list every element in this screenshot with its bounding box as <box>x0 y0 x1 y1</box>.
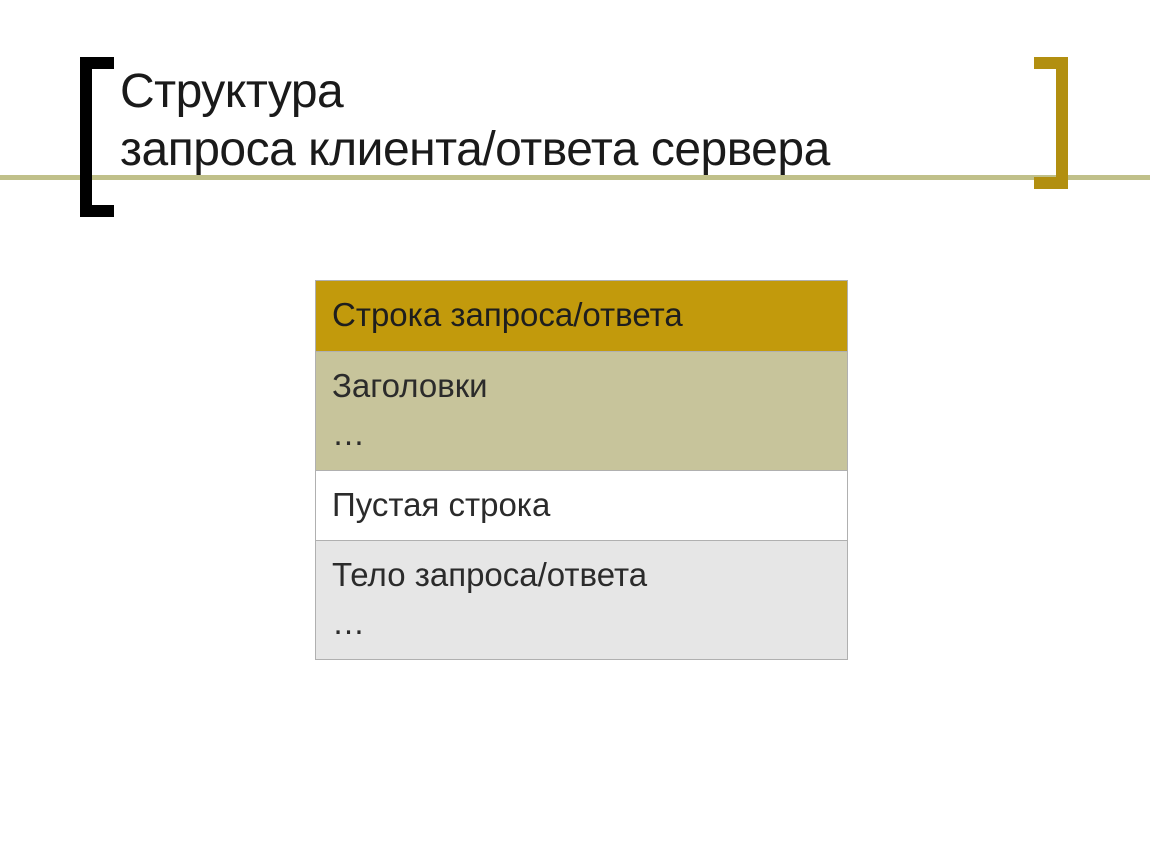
title-line-2: запроса клиента/ответа сервера <box>120 121 830 179</box>
left-bracket-decoration <box>80 57 114 217</box>
row-body: Тело запроса/ответа… <box>316 541 847 659</box>
http-structure-table: Строка запроса/ответа Заголовки… Пустая … <box>315 280 848 660</box>
row-request-line: Строка запроса/ответа <box>316 281 847 352</box>
title-line-1: Структура <box>120 63 830 121</box>
slide-title: Структура запроса клиента/ответа сервера <box>120 63 830 178</box>
right-bracket-decoration <box>1034 57 1068 189</box>
row-empty-line: Пустая строка <box>316 471 847 542</box>
slide-header: Структура запроса клиента/ответа сервера <box>0 57 1150 217</box>
row-headers: Заголовки… <box>316 352 847 471</box>
